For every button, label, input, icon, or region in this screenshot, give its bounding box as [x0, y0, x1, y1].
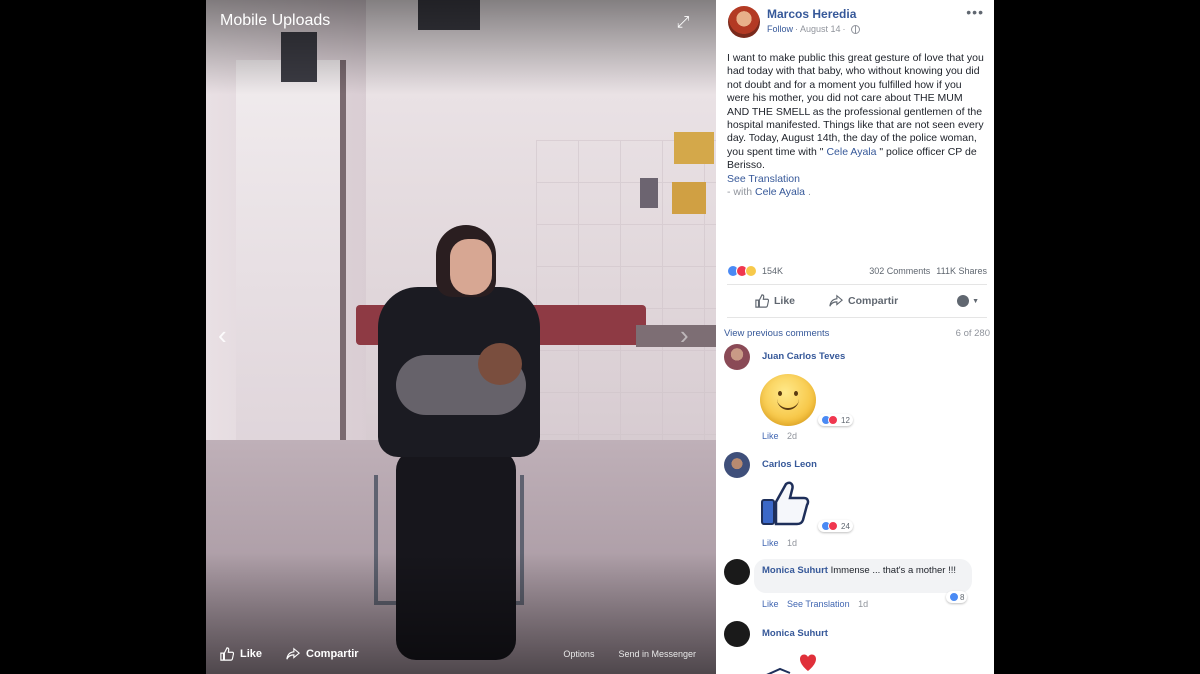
comment-time[interactable]: 1d	[787, 538, 797, 548]
previous-photo-icon[interactable]: ‹	[218, 322, 227, 348]
smiley-sticker	[760, 374, 816, 426]
photo-share-button[interactable]: Compartir	[286, 647, 359, 661]
love-reaction-icon	[828, 415, 838, 425]
comment-item: Juan Carlos Teves 12 Like 2d	[724, 344, 986, 444]
post-meta: Follow · August 14 ·	[767, 24, 860, 34]
comment-time[interactable]: 1d	[858, 599, 868, 609]
comment-footer: Like 2d	[762, 431, 797, 441]
photo-theater: Mobile Uploads ⤢ ‹ › Like Compartir Opti…	[0, 0, 1200, 674]
send-in-messenger-link[interactable]: Send in Messenger	[618, 649, 696, 659]
with-prefix: - with	[727, 186, 753, 199]
comments-header: View previous comments 6 of 280	[724, 328, 990, 339]
post-text: I want to make public this great gesture…	[727, 52, 984, 158]
like-reaction-icon	[949, 592, 959, 602]
comment-text: Immense ... that's a mother !!!	[830, 565, 956, 576]
comment-bubble: Monica Suhurt Immense ... that's a mothe…	[754, 559, 972, 593]
comment-footer: Like 1d	[762, 538, 797, 548]
post-header: Marcos Heredia Follow · August 14 · •••	[716, 0, 994, 44]
comment-item: Carlos Leon 24 Like 1d	[724, 452, 986, 552]
photo-action-bar: Like Compartir Options Send in Messenger	[206, 634, 716, 674]
thumbs-up-icon	[755, 294, 769, 308]
photo-like-button[interactable]: Like	[220, 647, 262, 661]
comment-reactions[interactable]: 8	[946, 591, 968, 603]
next-photo-icon[interactable]: ›	[680, 322, 689, 348]
sad-reaction-icon[interactable]	[745, 265, 757, 277]
like-button[interactable]: Like	[755, 294, 795, 308]
view-previous-comments-link[interactable]: View previous comments	[724, 328, 829, 339]
share-count[interactable]: 111K Shares	[936, 266, 987, 276]
photo-viewer[interactable]: Mobile Uploads ⤢ ‹ › Like Compartir Opti…	[206, 0, 716, 674]
comment-like-link[interactable]: Like	[762, 599, 779, 609]
thumbs-up-sticker	[761, 481, 810, 526]
globe-icon	[850, 24, 860, 34]
comment-like-link[interactable]: Like	[762, 431, 779, 441]
album-title[interactable]: Mobile Uploads	[220, 12, 330, 30]
comment-footer: Like See Translation 1d	[762, 599, 868, 609]
tagged-user-link[interactable]: Cele Ayala	[826, 146, 876, 158]
heart-hands-sticker	[766, 654, 816, 674]
commenter-avatar[interactable]	[724, 559, 750, 585]
thumbs-up-icon	[220, 647, 234, 661]
fullscreen-icon[interactable]: ⤢	[674, 14, 692, 32]
comments-pagination: 6 of 280	[955, 328, 990, 339]
author-avatar[interactable]	[728, 6, 760, 38]
commenter-avatar[interactable]	[724, 621, 750, 647]
comment-item: Monica Suhurt	[724, 621, 986, 674]
with-tagged-link[interactable]: Cele Ayala	[755, 186, 805, 198]
commenter-name[interactable]: Monica Suhurt	[762, 628, 828, 639]
caret-down-icon: ▼	[972, 297, 979, 305]
reaction-summary: 154K 302 Comments 111K Shares	[727, 263, 987, 279]
comment-like-link[interactable]: Like	[762, 538, 779, 548]
comment-item: Monica Suhurt Immense ... that's a mothe…	[724, 559, 986, 613]
like-label: Like	[774, 295, 796, 307]
options-link[interactable]: Options	[563, 649, 594, 659]
post-date[interactable]: August 14	[800, 24, 841, 34]
love-reaction-icon	[828, 521, 838, 531]
photo-like-label: Like	[240, 648, 263, 660]
audience-selector[interactable]: ▼	[957, 295, 979, 307]
comment-time[interactable]: 2d	[787, 431, 797, 441]
commenter-name[interactable]: Carlos Leon	[762, 459, 817, 470]
author-name[interactable]: Marcos Heredia	[767, 7, 856, 21]
post-panel: Marcos Heredia Follow · August 14 · ••• …	[716, 0, 994, 674]
commenter-avatar[interactable]	[724, 452, 750, 478]
see-translation-link[interactable]: See Translation	[727, 173, 800, 185]
comment-see-translation-link[interactable]: See Translation	[787, 599, 850, 609]
more-options-icon[interactable]: •••	[966, 4, 984, 20]
reaction-count[interactable]: 154K	[762, 266, 783, 276]
photo-share-label: Compartir	[306, 648, 359, 660]
share-label: Compartir	[848, 295, 899, 307]
post-action-bar: Like Compartir ▼	[727, 284, 987, 318]
comment-reactions[interactable]: 12	[818, 414, 853, 426]
post-body: I want to make public this great gesture…	[727, 52, 984, 199]
share-button[interactable]: Compartir	[829, 294, 898, 308]
comment-reactions[interactable]: 24	[818, 520, 853, 532]
share-arrow-icon	[286, 647, 301, 660]
comment-count[interactable]: 302 Comments	[869, 266, 930, 276]
profile-head-icon	[957, 295, 970, 307]
commenter-avatar[interactable]	[724, 344, 750, 370]
commenter-name[interactable]: Juan Carlos Teves	[762, 351, 845, 362]
share-arrow-icon	[829, 294, 844, 307]
follow-link[interactable]: Follow	[767, 24, 793, 34]
commenter-name[interactable]: Monica Suhurt	[762, 565, 828, 576]
